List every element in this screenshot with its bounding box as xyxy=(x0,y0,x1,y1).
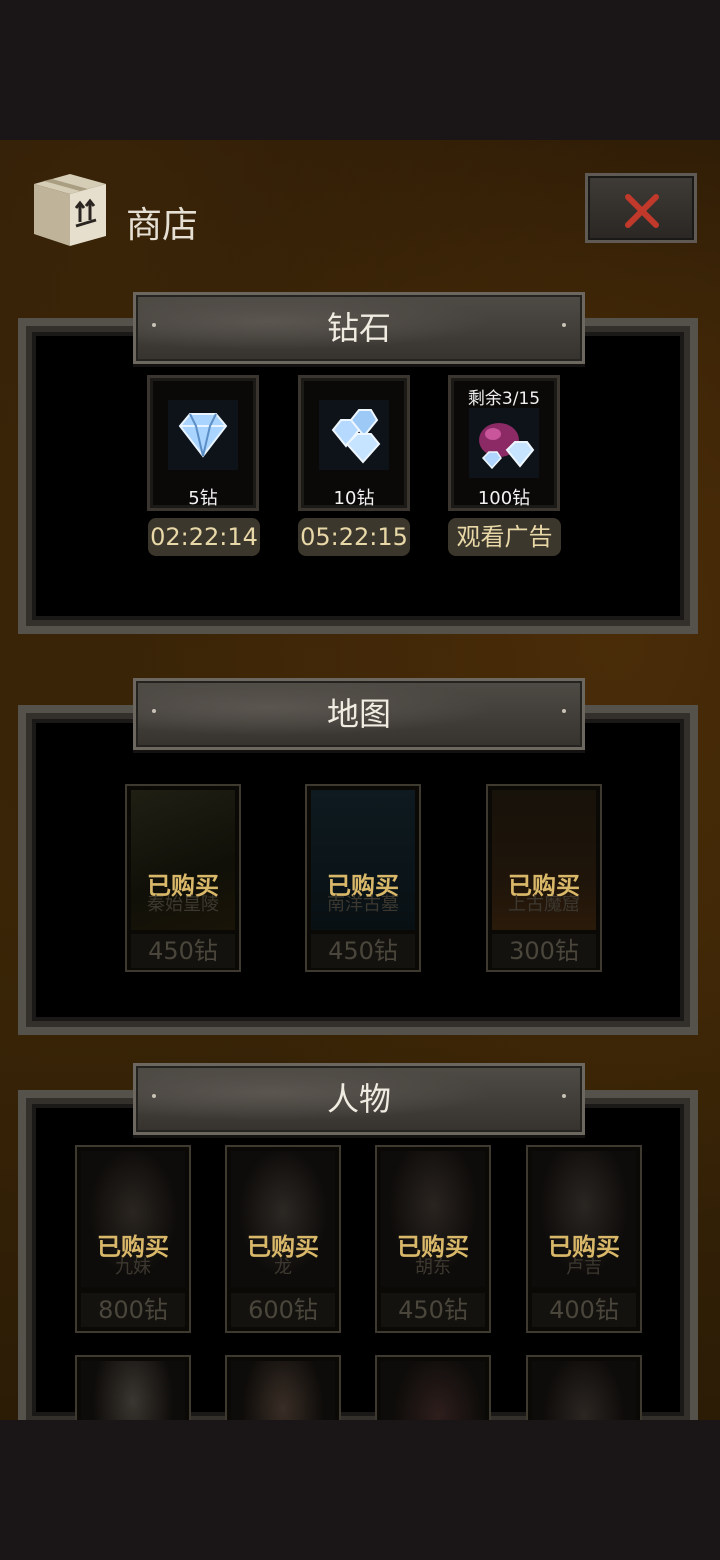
character-price: 400钻 xyxy=(532,1293,636,1327)
character-card[interactable]: 已购买 龙 600钻 xyxy=(225,1145,341,1333)
section-title: 钻石 xyxy=(326,309,391,347)
map-price: 300钻 xyxy=(492,934,596,968)
map-name: 上古魔窟 xyxy=(508,894,580,915)
diamond-pack-5[interactable]: 5钻 xyxy=(147,375,259,511)
diamond-icon xyxy=(168,400,238,470)
character-card[interactable]: 已购买 卢吉 400钻 xyxy=(526,1145,642,1333)
character-portrait xyxy=(81,1361,185,1420)
character-card[interactable] xyxy=(225,1355,341,1420)
character-card[interactable] xyxy=(375,1355,491,1420)
map-card[interactable]: 已购买 秦始皇陵 450钻 xyxy=(125,784,241,972)
page-title: 商店 xyxy=(126,205,199,246)
remaining-count: 剩余3/15 xyxy=(467,389,541,409)
section-title: 人物 xyxy=(326,1080,391,1118)
shop-screen: 商店 钻石 5钻 02:22:14 10钻 05:22:15 剩余3/15 10… xyxy=(0,140,720,1420)
character-card[interactable] xyxy=(75,1355,191,1420)
section-title: 地图 xyxy=(326,695,391,733)
cardboard-box-icon xyxy=(34,174,106,246)
diamond-timer: 05:22:15 xyxy=(298,518,410,556)
diamond-timer: 02:22:14 xyxy=(148,518,260,556)
character-name: 九妹 xyxy=(115,1257,151,1278)
map-card[interactable]: 已购买 上古魔窟 300钻 xyxy=(486,784,602,972)
diamond-amount: 5钻 xyxy=(188,488,218,509)
character-price: 800钻 xyxy=(81,1293,185,1327)
close-icon xyxy=(625,194,659,228)
map-price: 450钻 xyxy=(311,934,415,968)
character-name: 卢吉 xyxy=(566,1257,602,1278)
character-card[interactable]: 已购买 胡东 450钻 xyxy=(375,1145,491,1333)
diamonds-pile-icon xyxy=(319,400,389,470)
character-portrait xyxy=(231,1361,335,1420)
map-section-header: 地图 xyxy=(133,678,585,750)
diamond-pack-100[interactable]: 剩余3/15 100钻 xyxy=(448,375,560,511)
diamond-section-header: 钻石 xyxy=(133,292,585,364)
watch-ad-button[interactable]: 观看广告 xyxy=(448,518,561,556)
diamond-amount: 10钻 xyxy=(333,488,375,509)
close-button[interactable] xyxy=(585,173,697,243)
navigation-bar-area xyxy=(0,1420,720,1560)
character-portrait xyxy=(381,1361,485,1420)
character-name: 胡东 xyxy=(415,1257,451,1278)
character-name: 龙 xyxy=(274,1257,292,1278)
map-price: 450钻 xyxy=(131,934,235,968)
status-bar-area xyxy=(0,0,720,140)
character-price: 450钻 xyxy=(381,1293,485,1327)
map-name: 南洋古墓 xyxy=(327,894,399,915)
character-portrait xyxy=(532,1361,636,1420)
map-name: 秦始皇陵 xyxy=(147,894,219,915)
diamond-bag-icon xyxy=(469,408,539,478)
diamond-amount: 100钻 xyxy=(477,488,531,509)
character-card[interactable]: 已购买 九妹 800钻 xyxy=(75,1145,191,1333)
character-card[interactable] xyxy=(526,1355,642,1420)
character-section-header: 人物 xyxy=(133,1063,585,1135)
character-price: 600钻 xyxy=(231,1293,335,1327)
map-card[interactable]: 已购买 南洋古墓 450钻 xyxy=(305,784,421,972)
diamond-pack-10[interactable]: 10钻 xyxy=(298,375,410,511)
